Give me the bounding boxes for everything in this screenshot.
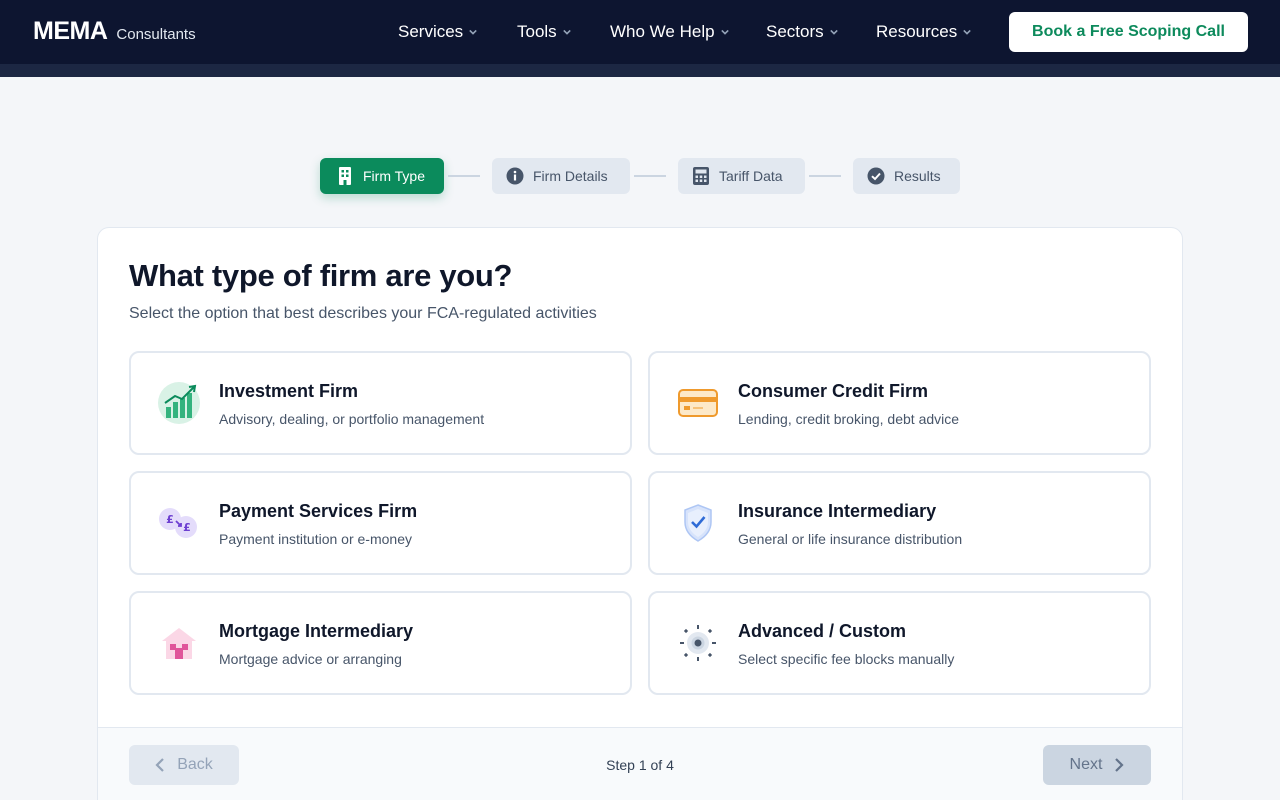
nav-item-resources[interactable]: Resources — [876, 20, 972, 44]
currency-exchange-icon: £ £ — [157, 501, 201, 545]
step-label: Firm Type — [363, 168, 425, 184]
nav-item-who-we-help[interactable]: Who We Help — [610, 20, 729, 44]
step-results[interactable]: Results — [853, 158, 960, 194]
option-description: Advisory, dealing, or portfolio manageme… — [219, 411, 485, 427]
nav-label: Who We Help — [610, 22, 715, 41]
option-title: Payment Services Firm — [219, 501, 418, 521]
step-connector — [809, 175, 841, 177]
svg-text:£: £ — [166, 513, 174, 526]
page-title: What type of firm are you? — [129, 258, 513, 293]
step-label: Tariff Data — [719, 168, 783, 184]
info-icon — [506, 167, 524, 185]
logo-subtitle: Consultants — [116, 26, 196, 43]
calculator-icon — [692, 167, 710, 185]
book-scoping-call-button[interactable]: Book a Free Scoping Call — [1009, 12, 1248, 52]
next-button[interactable]: Next — [1043, 745, 1151, 785]
option-description: Select specific fee blocks manually — [738, 651, 955, 667]
option-consumer-credit-firm[interactable]: Consumer Credit Firm Lending, credit bro… — [648, 351, 1151, 455]
step-label: Firm Details — [533, 168, 608, 184]
building-icon — [336, 167, 354, 185]
option-title: Mortgage Intermediary — [219, 621, 414, 641]
step-tariff-data[interactable]: Tariff Data — [678, 158, 805, 194]
option-title: Advanced / Custom — [738, 621, 907, 641]
nav-label: Tools — [517, 22, 557, 41]
back-button[interactable]: Back — [129, 745, 239, 785]
back-label: Back — [177, 756, 213, 773]
chevron-down-icon — [469, 29, 477, 35]
option-payment-services-firm[interactable]: £ £ Payment Services Firm Payment instit… — [129, 471, 632, 575]
step-connector — [634, 175, 666, 177]
gear-icon — [676, 621, 720, 665]
nav-label: Resources — [876, 22, 958, 41]
option-title: Insurance Intermediary — [738, 501, 937, 521]
option-description: Lending, credit broking, debt advice — [738, 411, 960, 427]
option-investment-firm[interactable]: Investment Firm Advisory, dealing, or po… — [129, 351, 632, 455]
chevron-left-icon — [155, 758, 164, 772]
nav-item-services[interactable]: Services — [398, 20, 477, 44]
chevron-down-icon — [963, 29, 972, 35]
step-label: Results — [894, 168, 941, 184]
chevron-down-icon — [562, 29, 571, 35]
option-insurance-intermediary[interactable]: Insurance Intermediary General or life i… — [648, 471, 1151, 575]
nav-item-sectors[interactable]: Sectors — [766, 20, 838, 44]
option-description: General or life insurance distribution — [738, 531, 963, 547]
step-connector — [448, 175, 480, 177]
chevron-down-icon — [720, 29, 729, 35]
option-title: Investment Firm — [219, 381, 359, 401]
page-subtitle: Select the option that best describes yo… — [129, 305, 597, 322]
step-firm-type[interactable]: Firm Type — [320, 158, 444, 194]
step-indicator: Step 1 of 4 — [606, 757, 674, 773]
credit-card-icon — [676, 381, 720, 425]
option-mortgage-intermediary[interactable]: Mortgage Intermediary Mortgage advice or… — [129, 591, 632, 695]
option-advanced-custom[interactable]: Advanced / Custom Select specific fee bl… — [648, 591, 1151, 695]
logo-wordmark: MEMA — [33, 17, 108, 45]
check-circle-icon — [867, 167, 885, 185]
logo[interactable]: MEMA Consultants — [33, 17, 196, 46]
chevron-down-icon — [829, 29, 838, 35]
nav-item-tools[interactable]: Tools — [517, 20, 571, 44]
shield-check-icon — [676, 501, 720, 545]
nav-label: Sectors — [766, 22, 824, 41]
next-label: Next — [1069, 756, 1103, 773]
chevron-right-icon — [1115, 758, 1125, 772]
option-title: Consumer Credit Firm — [738, 381, 929, 401]
option-description: Mortgage advice or arranging — [219, 651, 402, 667]
nav-label: Services — [398, 22, 464, 41]
chart-growth-icon — [157, 381, 201, 425]
option-description: Payment institution or e-money — [219, 531, 412, 547]
step-firm-details[interactable]: Firm Details — [492, 158, 630, 194]
house-icon — [157, 621, 201, 665]
header-underbar — [0, 64, 1280, 77]
svg-text:£: £ — [183, 521, 191, 534]
